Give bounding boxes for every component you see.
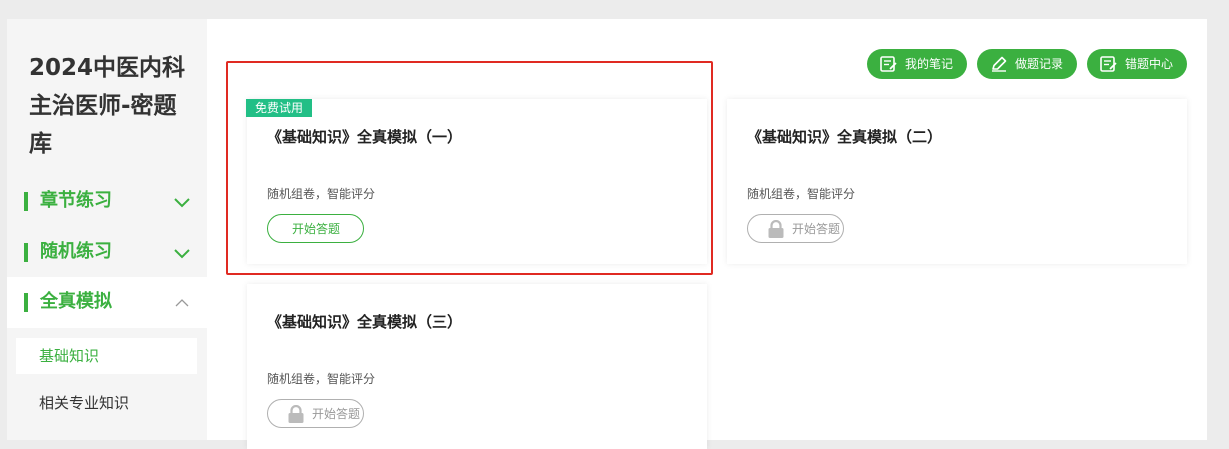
- app-title: 2024中医内科主治医师-密题库: [29, 55, 186, 157]
- nav-label: 章节练习: [40, 190, 112, 211]
- lock-icon: [288, 405, 304, 423]
- wrong-questions-button[interactable]: 错题中心: [1087, 49, 1187, 79]
- button-label: 错题中心: [1125, 57, 1174, 71]
- button-label: 我的笔记: [905, 57, 954, 71]
- my-notes-button[interactable]: 我的笔记: [867, 49, 967, 79]
- subnav-label: 相关专业知识: [39, 394, 130, 412]
- card-title: 《基础知识》全真模拟（二）: [747, 128, 943, 146]
- start-answer-button-locked[interactable]: 开始答题: [267, 399, 364, 428]
- subnav-label: 基础知识: [39, 347, 100, 365]
- nav-full-simulation[interactable]: 全真模拟: [7, 277, 207, 328]
- start-answer-button-locked[interactable]: 开始答题: [747, 214, 844, 243]
- exercise-record-button[interactable]: 做题记录: [977, 49, 1077, 79]
- card-description: 随机组卷，智能评分: [267, 372, 376, 386]
- sidebar: 2024中医内科主治医师-密题库 章节练习 随机练习 全真模拟 基础知识 相关专…: [7, 19, 207, 440]
- button-label: 做题记录: [1015, 57, 1064, 71]
- button-label: 开始答题: [312, 407, 361, 421]
- card-description: 随机组卷，智能评分: [747, 187, 856, 201]
- nav-indicator: [24, 192, 28, 211]
- subnav-basic-knowledge[interactable]: 基础知识: [16, 338, 197, 374]
- pencil-icon: [992, 56, 1007, 72]
- card-title: 《基础知识》全真模拟（三）: [267, 313, 463, 331]
- chevron-down-icon: [174, 249, 190, 259]
- exam-card: 《基础知识》全真模拟（三） 随机组卷，智能评分 开始答题: [247, 284, 707, 449]
- exam-card: 《基础知识》全真模拟（二） 随机组卷，智能评分 开始答题: [727, 99, 1187, 264]
- nav-indicator: [24, 243, 28, 262]
- nav-indicator: [24, 293, 28, 312]
- nav-random-practice[interactable]: 随机练习: [7, 227, 207, 278]
- nav-chapter-practice[interactable]: 章节练习: [7, 176, 207, 227]
- nav-label: 随机练习: [40, 241, 112, 262]
- chevron-up-icon: [175, 299, 189, 307]
- chevron-down-icon: [174, 198, 190, 208]
- button-label: 开始答题: [792, 222, 841, 236]
- note-icon: [880, 56, 897, 72]
- lock-icon: [768, 220, 784, 238]
- subnav-related-knowledge[interactable]: 相关专业知识: [16, 385, 197, 421]
- nav-label: 全真模拟: [40, 291, 112, 312]
- wrong-book-icon: [1100, 56, 1117, 72]
- highlight-box: [226, 61, 713, 275]
